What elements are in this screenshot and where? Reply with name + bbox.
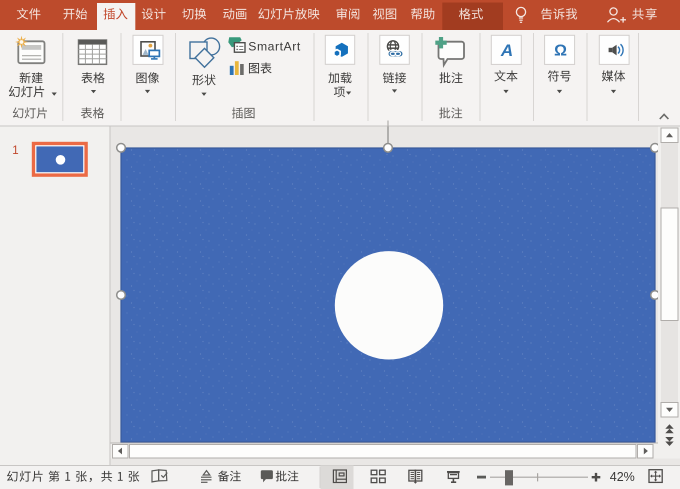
svg-text:SmartArt: SmartArt	[248, 39, 301, 53]
svg-text:1: 1	[12, 145, 18, 157]
svg-text:A: A	[500, 41, 513, 60]
svg-text:Ω: Ω	[554, 43, 567, 60]
svg-text:42%: 42%	[610, 470, 635, 484]
